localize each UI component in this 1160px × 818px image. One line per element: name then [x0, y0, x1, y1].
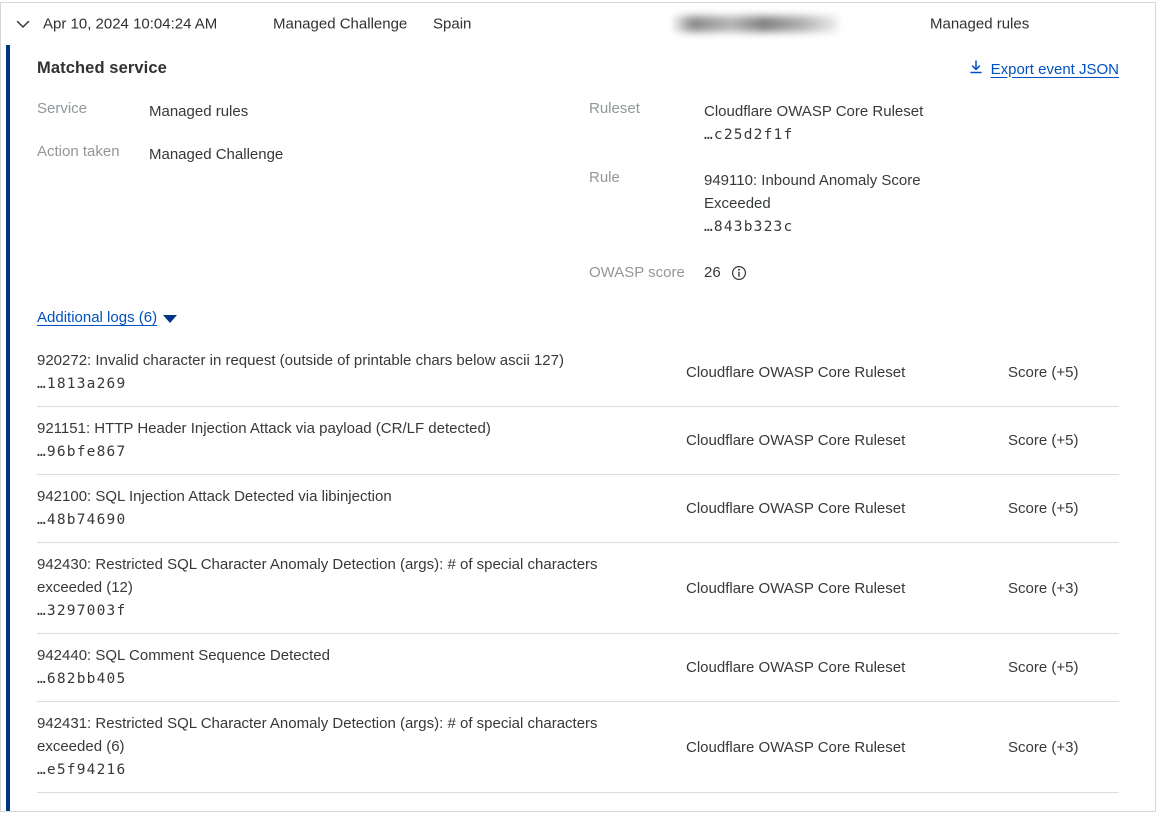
rule-name: 949110: Inbound Anomaly Score Exceeded [704, 169, 936, 215]
log-rule-id-hash: …48b74690 [37, 508, 656, 532]
log-rule-description: 942430: Restricted SQL Character Anomaly… [37, 553, 637, 599]
log-ruleset-cell: Cloudflare OWASP Core Ruleset [686, 659, 1008, 676]
owasp-score-field: OWASP score 26 [589, 261, 1009, 284]
rule-id-hash: …843b323c [704, 215, 936, 239]
service-label: Service [37, 100, 149, 123]
log-score-cell: Score (+5) [1008, 432, 1119, 449]
log-rule-cell: 942440: SQL Comment Sequence Detected …6… [37, 644, 686, 691]
event-timestamp: Apr 10, 2024 10:04:24 AM [43, 16, 217, 33]
log-rule-cell: 942430: Restricted SQL Character Anomaly… [37, 553, 686, 623]
additional-log-row: 942440: SQL Comment Sequence Detected …6… [37, 634, 1119, 702]
event-action: Managed Challenge [273, 16, 407, 33]
log-rule-id-hash: …3297003f [37, 599, 656, 623]
log-ruleset-cell: Cloudflare OWASP Core Ruleset [686, 500, 1008, 517]
caret-down-icon [163, 315, 177, 323]
log-rule-description: 920272: Invalid character in request (ou… [37, 349, 637, 372]
ruleset-label: Ruleset [589, 100, 704, 147]
additional-logs-table: 920272: Invalid character in request (ou… [37, 339, 1119, 793]
ruleset-name: Cloudflare OWASP Core Ruleset [704, 100, 923, 123]
log-rule-description: 942431: Restricted SQL Character Anomaly… [37, 712, 637, 758]
export-event-json-link[interactable]: Export event JSON [968, 59, 1119, 79]
log-score-cell: Score (+3) [1008, 739, 1119, 756]
expanded-row-body: Matched service Export event JSON Servic… [1, 45, 1155, 793]
log-rule-cell: 920272: Invalid character in request (ou… [37, 349, 686, 396]
action-taken-value: Managed Challenge [149, 143, 283, 166]
service-value: Managed rules [149, 100, 248, 123]
log-ruleset-cell: Cloudflare OWASP Core Ruleset [686, 739, 1008, 756]
log-score-cell: Score (+5) [1008, 659, 1119, 676]
rule-value: 949110: Inbound Anomaly Score Exceeded …… [704, 169, 936, 239]
event-service: Managed rules [930, 16, 1029, 33]
additional-log-row: 942431: Restricted SQL Character Anomaly… [37, 702, 1119, 793]
log-rule-description: 921151: HTTP Header Injection Attack via… [37, 417, 637, 440]
log-score-cell: Score (+5) [1008, 500, 1119, 517]
rule-field: Rule 949110: Inbound Anomaly Score Excee… [589, 169, 1009, 239]
chevron-down-icon[interactable] [14, 15, 32, 33]
redacted-field-blur [673, 16, 839, 32]
log-rule-cell: 942431: Restricted SQL Character Anomaly… [37, 712, 686, 782]
action-taken-label: Action taken [37, 143, 149, 166]
log-score-cell: Score (+3) [1008, 580, 1119, 597]
download-icon [968, 59, 984, 79]
log-rule-cell: 942100: SQL Injection Attack Detected vi… [37, 485, 686, 532]
log-rule-id-hash: …682bb405 [37, 667, 656, 691]
expanded-row-accent-bar [6, 45, 10, 811]
log-ruleset-cell: Cloudflare OWASP Core Ruleset [686, 432, 1008, 449]
log-rule-id-hash: …e5f94216 [37, 758, 656, 782]
event-summary-row[interactable]: Apr 10, 2024 10:04:24 AM Managed Challen… [1, 3, 1155, 45]
additional-logs-toggle[interactable]: Additional logs (6) [37, 309, 177, 326]
export-event-json-label: Export event JSON [991, 61, 1119, 78]
additional-logs-label: Additional logs (6) [37, 309, 157, 326]
log-rule-id-hash: …1813a269 [37, 372, 656, 396]
log-rule-cell: 921151: HTTP Header Injection Attack via… [37, 417, 686, 464]
log-rule-id-hash: …96bfe867 [37, 440, 656, 464]
info-icon[interactable] [731, 265, 747, 281]
log-score-cell: Score (+5) [1008, 364, 1119, 381]
event-country: Spain [433, 16, 471, 33]
additional-log-row: 920272: Invalid character in request (ou… [37, 339, 1119, 407]
additional-log-row: 942430: Restricted SQL Character Anomaly… [37, 543, 1119, 634]
log-ruleset-cell: Cloudflare OWASP Core Ruleset [686, 364, 1008, 381]
ruleset-id-hash: …c25d2f1f [704, 123, 923, 147]
log-rule-description: 942440: SQL Comment Sequence Detected [37, 644, 637, 667]
rule-label: Rule [589, 169, 704, 239]
panel-title: Matched service [37, 59, 167, 78]
additional-log-row: 942100: SQL Injection Attack Detected vi… [37, 475, 1119, 543]
owasp-score-label: OWASP score [589, 264, 704, 281]
matched-service-details: Service Managed rules Action taken Manag… [37, 100, 1119, 292]
firewall-event-expanded-panel: Apr 10, 2024 10:04:24 AM Managed Challen… [0, 2, 1156, 812]
additional-log-row: 921151: HTTP Header Injection Attack via… [37, 407, 1119, 475]
log-rule-description: 942100: SQL Injection Attack Detected vi… [37, 485, 637, 508]
ruleset-field: Ruleset Cloudflare OWASP Core Ruleset …c… [589, 100, 1009, 147]
owasp-score-value: 26 [704, 261, 721, 284]
log-ruleset-cell: Cloudflare OWASP Core Ruleset [686, 580, 1008, 597]
ruleset-value: Cloudflare OWASP Core Ruleset …c25d2f1f [704, 100, 923, 147]
